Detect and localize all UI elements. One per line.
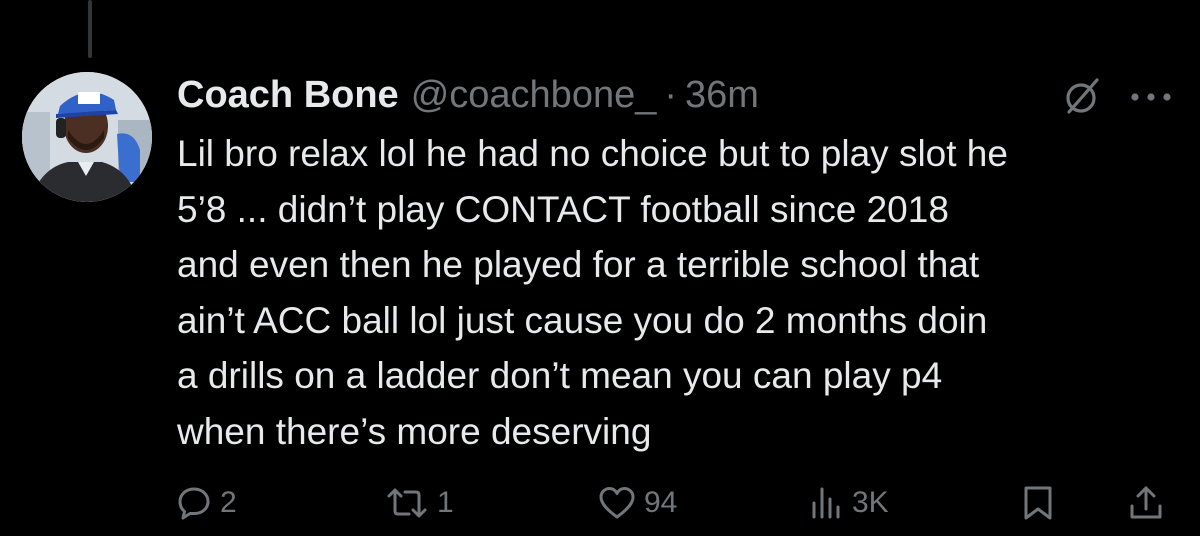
meta-separator: · bbox=[664, 74, 678, 116]
view-count: 3K bbox=[852, 486, 889, 519]
action-bar: 2 1 94 3K bbox=[0, 478, 1200, 528]
reply-icon bbox=[178, 487, 210, 520]
repost-button[interactable]: 1 bbox=[385, 478, 454, 528]
tweet-header: Coach Bone @coachbone_ · 36m bbox=[177, 70, 759, 120]
grok-icon[interactable] bbox=[1063, 76, 1103, 116]
like-count: 94 bbox=[644, 486, 678, 519]
reply-count: 2 bbox=[220, 486, 237, 519]
more-icon[interactable] bbox=[1127, 90, 1175, 102]
repost-icon bbox=[387, 488, 427, 518]
views-button[interactable]: 3K bbox=[808, 478, 889, 528]
views-icon bbox=[812, 487, 840, 519]
timestamp[interactable]: 36m bbox=[685, 70, 759, 120]
like-button[interactable]: 94 bbox=[598, 478, 677, 528]
avatar[interactable] bbox=[22, 72, 152, 202]
bookmark-icon bbox=[1024, 486, 1052, 520]
user-handle[interactable]: @coachbone_ bbox=[411, 70, 657, 120]
share-button[interactable] bbox=[1128, 478, 1164, 528]
reply-button[interactable]: 2 bbox=[176, 478, 237, 528]
bookmark-button[interactable] bbox=[1020, 478, 1056, 528]
heart-icon bbox=[599, 487, 635, 519]
tweet-text: Lil bro relax lol he had no choice but t… bbox=[177, 133, 1008, 452]
avatar-image bbox=[22, 72, 152, 202]
display-name[interactable]: Coach Bone bbox=[177, 70, 399, 120]
share-icon bbox=[1130, 486, 1162, 519]
thread-line bbox=[88, 0, 92, 58]
repost-count: 1 bbox=[437, 486, 454, 519]
